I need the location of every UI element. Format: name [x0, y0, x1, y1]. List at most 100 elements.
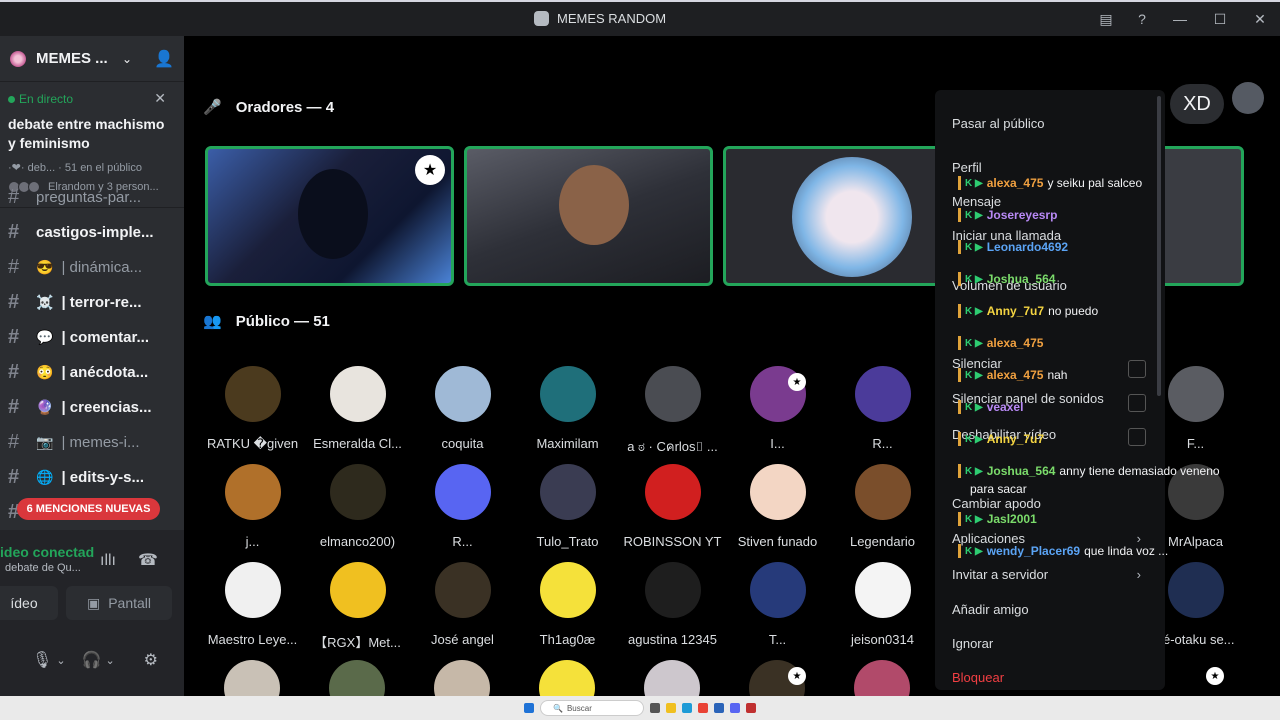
avatar	[854, 366, 911, 422]
checkbox[interactable]	[1128, 360, 1146, 378]
voice-panel: ideo conectad debate de Qu... ıllı ☎ íde…	[0, 530, 184, 696]
menu-item[interactable]: Pasar al público	[952, 116, 1045, 131]
channel-emoji: 🌐	[36, 469, 54, 485]
chevron-down-icon[interactable]: ⌄	[105, 654, 114, 667]
server-header[interactable]: MEMES ... ⌄ 👤	[0, 36, 184, 82]
menu-item[interactable]: Invitar a servidor	[952, 567, 1048, 582]
sidebar-item-channel[interactable]: # 💬 | comentar...	[0, 320, 184, 355]
audience-member[interactable]: RATKU �given	[200, 366, 305, 452]
checkbox[interactable]	[1128, 428, 1146, 446]
chevron-down-icon[interactable]: ⌄	[56, 654, 65, 667]
speakers-title: Oradores — 4	[235, 98, 335, 116]
member-name: Th1ag0æ	[539, 632, 596, 647]
hash-icon: #	[8, 256, 20, 278]
mic-icon[interactable]: 🎙	[32, 650, 52, 670]
discord-taskbar-icon[interactable]	[730, 703, 740, 713]
audience-member[interactable]: Maximilam	[515, 366, 620, 451]
chrome-icon[interactable]	[698, 703, 708, 713]
audience-member[interactable]: coquita	[410, 366, 515, 451]
avatar	[434, 562, 491, 618]
audience-member[interactable]: I...	[725, 366, 830, 451]
audience-member[interactable]: Th1ag0æ	[515, 562, 620, 647]
video-button[interactable]: ídeo	[0, 586, 58, 620]
audience-member[interactable]: Stiven funado	[725, 464, 830, 549]
menu-item[interactable]: Ignorar	[952, 636, 993, 651]
disconnect-icon[interactable]: ☎	[138, 550, 158, 570]
close-icon[interactable]: ✕	[154, 90, 166, 107]
checkbox[interactable]	[1128, 394, 1146, 412]
menu-item[interactable]: Volumen de usuario	[952, 278, 1067, 293]
sidebar-item-channel[interactable]: # preguntas-par...	[0, 180, 184, 215]
inbox-icon[interactable]: ▤	[1088, 2, 1124, 36]
taskbar-search-label: Buscar	[566, 703, 592, 713]
member-name: T...	[768, 632, 787, 647]
member-name: RATKU �given	[206, 436, 299, 451]
edge-icon[interactable]	[682, 703, 692, 713]
chevron-right-icon: ›	[1136, 567, 1141, 582]
sidebar-item-channel[interactable]: # 🌐 | edits-y-s...	[0, 460, 184, 495]
app-taskbar-icon[interactable]	[746, 703, 756, 713]
sidebar-item-channel[interactable]: # ☠️ | terror-re...	[0, 285, 184, 320]
avatar	[224, 562, 281, 618]
user-controls: 🎙 ⌄ 🎧 ⌄ ⚙	[0, 636, 184, 684]
menu-item[interactable]: Deshabilitar vídeo	[952, 427, 1056, 442]
screen-share-button[interactable]: ▣ Pantall	[66, 586, 172, 620]
close-window-button[interactable]: ✕	[1240, 2, 1280, 36]
menu-item[interactable]: Iniciar una llamada	[952, 228, 1061, 243]
voice-channel-name[interactable]: debate de Qu...	[5, 562, 81, 574]
channel-emoji: 🔮	[36, 399, 54, 415]
photoshop-icon[interactable]	[714, 703, 724, 713]
menu-item[interactable]: Cambiar apodo	[952, 496, 1041, 511]
audience-member[interactable]: 【RGX】Met...	[305, 562, 410, 651]
gear-icon[interactable]: ⚙	[144, 650, 158, 670]
avatar	[854, 562, 911, 618]
sidebar-item-channel[interactable]: # 😳 | anécdota...	[0, 355, 184, 390]
voice-status: ideo conectad	[0, 544, 95, 560]
task-view-icon[interactable]	[650, 703, 660, 713]
audience-member[interactable]: j...	[200, 464, 305, 549]
minimize-button[interactable]: —	[1160, 2, 1200, 36]
speaker-tile[interactable]: ★	[205, 146, 454, 286]
help-icon[interactable]: ?	[1124, 2, 1160, 36]
sidebar-item-channel[interactable]: # 🔮 | creencias...	[0, 390, 184, 425]
maximize-button[interactable]: ☐	[1200, 2, 1240, 36]
menu-item[interactable]: Perfil	[952, 160, 982, 175]
menu-item[interactable]: Aplicaciones	[952, 531, 1025, 546]
audience-member[interactable]: agustina 12345	[620, 562, 725, 647]
audience-member[interactable]: Maestro Leye...	[200, 562, 305, 647]
add-user-icon[interactable]: 👤	[154, 49, 174, 69]
menu-item[interactable]: Silenciar	[952, 356, 1002, 371]
avatar[interactable]	[1232, 82, 1264, 114]
audience-member[interactable]: ROBINSSON YT	[620, 464, 725, 549]
audience-member[interactable]: R...	[830, 366, 935, 451]
audience-member[interactable]: jeison0314	[830, 562, 935, 647]
menu-item[interactable]: Añadir amigo	[952, 602, 1029, 617]
audience-member[interactable]: a ಠ · Cคrlos⌷ ...	[620, 366, 725, 457]
audience-member[interactable]: R...	[410, 464, 515, 549]
audience-member[interactable]: José angel	[410, 562, 515, 647]
microphone-icon: 🎤	[203, 99, 222, 116]
audience-member[interactable]: elmanco200)	[305, 464, 410, 549]
menu-item[interactable]: Bloquear	[952, 670, 1004, 685]
file-explorer-icon[interactable]	[666, 703, 676, 713]
headphones-icon[interactable]: 🎧	[82, 650, 102, 670]
audience-member[interactable]: Tulo_Trato	[515, 464, 620, 549]
sidebar-item-channel[interactable]: # castigos-imple...	[0, 215, 184, 250]
new-mentions-badge[interactable]: 6 MENCIONES NUEVAS	[17, 498, 160, 520]
noise-suppression-icon[interactable]: ıllı	[100, 552, 116, 570]
windows-start-icon[interactable]	[524, 703, 534, 713]
menu-item[interactable]: Mensaje	[952, 194, 1001, 209]
sidebar-item-channel[interactable]: # 📷 | memes-i...	[0, 425, 184, 460]
chevron-down-icon[interactable]: ⌄	[122, 52, 132, 66]
audience-member[interactable]: T...	[725, 562, 830, 647]
audience-member[interactable]: Legendario	[830, 464, 935, 549]
avatar	[434, 464, 491, 520]
xd-button[interactable]: XD	[1170, 84, 1224, 124]
menu-scrollbar[interactable]	[1157, 96, 1161, 396]
hash-icon: #	[8, 221, 20, 243]
sidebar-item-channel[interactable]: # 😎 | dinámica...	[0, 250, 184, 285]
speaker-tile[interactable]	[464, 146, 713, 286]
taskbar-search[interactable]: 🔍 Buscar	[540, 700, 644, 716]
audience-member[interactable]: Esmeralda Cl...	[305, 366, 410, 451]
menu-item[interactable]: Silenciar panel de sonidos	[952, 391, 1104, 406]
